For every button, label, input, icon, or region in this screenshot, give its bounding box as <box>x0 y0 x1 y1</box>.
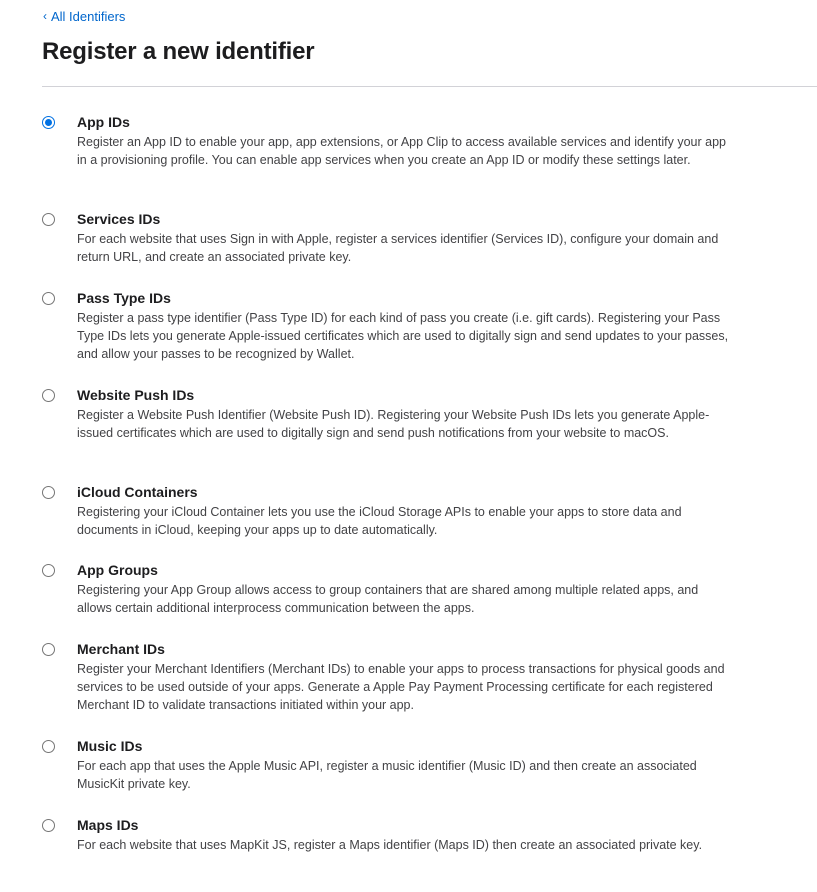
radio-website-push-ids[interactable] <box>42 389 55 402</box>
option-description: Registering your iCloud Container lets y… <box>77 505 682 537</box>
option-description: Registering your App Group allows access… <box>77 583 699 615</box>
option-title: Maps IDs <box>77 817 139 833</box>
back-link-label: All Identifiers <box>51 9 126 24</box>
radio-app-ids[interactable] <box>42 116 55 129</box>
option-title: iCloud Containers <box>77 484 198 500</box>
option-description: Register a pass type identifier (Pass Ty… <box>77 311 729 361</box>
option-description: For each app that uses the Apple Music A… <box>77 759 697 791</box>
option-title: Music IDs <box>77 738 143 754</box>
option-title: Services IDs <box>77 211 161 227</box>
radio-pass-type-ids[interactable] <box>42 292 55 305</box>
radio-app-groups[interactable] <box>42 564 55 577</box>
option-title: App Groups <box>77 562 158 578</box>
option-title: Merchant IDs <box>77 641 165 657</box>
back-link-all-identifiers[interactable]: ‹ All Identifiers <box>43 8 126 25</box>
radio-merchant-ids[interactable] <box>42 643 55 656</box>
option-description: Register an App ID to enable your app, a… <box>77 135 726 167</box>
option-description: Register a Website Push Identifier (Webs… <box>77 408 710 440</box>
option-title: App IDs <box>77 114 130 130</box>
page-title: Register a new identifier <box>42 38 315 65</box>
header-divider <box>42 86 817 87</box>
radio-services-ids[interactable] <box>42 213 55 226</box>
chevron-left-icon: ‹ <box>43 8 47 23</box>
radio-icloud-containers[interactable] <box>42 486 55 499</box>
option-description: For each website that uses MapKit JS, re… <box>77 838 703 852</box>
option-title: Pass Type IDs <box>77 290 171 306</box>
option-title: Website Push IDs <box>77 387 195 403</box>
radio-music-ids[interactable] <box>42 740 55 753</box>
radio-maps-ids[interactable] <box>42 819 55 832</box>
option-description: Register your Merchant Identifiers (Merc… <box>77 662 725 712</box>
option-description: For each website that uses Sign in with … <box>77 232 719 264</box>
